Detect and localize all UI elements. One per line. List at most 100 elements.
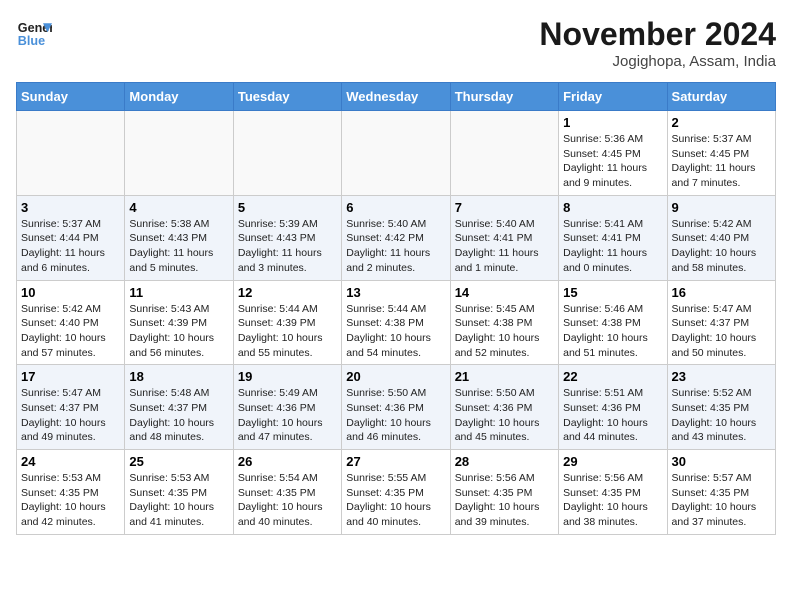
calendar-cell: 8Sunrise: 5:41 AM Sunset: 4:41 PM Daylig… bbox=[559, 195, 667, 280]
calendar-cell: 24Sunrise: 5:53 AM Sunset: 4:35 PM Dayli… bbox=[17, 450, 125, 535]
calendar-cell: 26 Sunrise: 5:54 AM Sunset: 4:35 PM Dayli… bbox=[233, 450, 341, 535]
calendar-cell bbox=[125, 111, 233, 196]
day-info: Sunrise: 5:43 AM Sunset: 4:39 PM Dayligh… bbox=[129, 302, 228, 361]
calendar-cell: 1 Sunrise: 5:36 AM Sunset: 4:45 PM Daylig… bbox=[559, 111, 667, 196]
calendar-cell: 9 Sunrise: 5:42 AM Sunset: 4:40 PM Daylig… bbox=[667, 195, 775, 280]
day-info: Sunrise: 5:38 AM Sunset: 4:43 PM Dayligh… bbox=[129, 217, 228, 276]
day-info: Sunrise: 5:44 AM Sunset: 4:38 PM Dayligh… bbox=[346, 302, 445, 361]
day-number: 25 bbox=[129, 454, 228, 469]
calendar-cell: 25 Sunrise: 5:53 AM Sunset: 4:35 PM Dayli… bbox=[125, 450, 233, 535]
weekday-header-row: SundayMondayTuesdayWednesdayThursdayFrid… bbox=[17, 83, 776, 111]
day-info: Sunrise: 5:47 AM Sunset: 4:37 PM Dayligh… bbox=[672, 302, 771, 361]
weekday-header: Wednesday bbox=[342, 83, 450, 111]
day-info: Sunrise: 5:40 AM Sunset: 4:42 PM Dayligh… bbox=[346, 217, 445, 276]
svg-text:Blue: Blue bbox=[18, 34, 45, 48]
calendar-cell: 14 Sunrise: 5:45 AM Sunset: 4:38 PM Dayli… bbox=[450, 280, 558, 365]
day-info: Sunrise: 5:49 AM Sunset: 4:36 PM Dayligh… bbox=[238, 386, 337, 445]
calendar-table: SundayMondayTuesdayWednesdayThursdayFrid… bbox=[16, 82, 776, 535]
day-number: 15 bbox=[563, 285, 662, 300]
day-info: Sunrise: 5:42 AM Sunset: 4:40 PM Dayligh… bbox=[672, 217, 771, 276]
day-info: Sunrise: 5:54 AM Sunset: 4:35 PM Dayligh… bbox=[238, 471, 337, 530]
day-info: Sunrise: 5:44 AM Sunset: 4:39 PM Dayligh… bbox=[238, 302, 337, 361]
calendar-cell bbox=[450, 111, 558, 196]
calendar-cell: 21Sunrise: 5:50 AM Sunset: 4:36 PM Dayli… bbox=[450, 365, 558, 450]
calendar-cell: 7Sunrise: 5:40 AM Sunset: 4:41 PM Daylig… bbox=[450, 195, 558, 280]
day-number: 30 bbox=[672, 454, 771, 469]
day-info: Sunrise: 5:50 AM Sunset: 4:36 PM Dayligh… bbox=[346, 386, 445, 445]
day-info: Sunrise: 5:53 AM Sunset: 4:35 PM Dayligh… bbox=[129, 471, 228, 530]
calendar-cell bbox=[342, 111, 450, 196]
day-number: 10 bbox=[21, 285, 120, 300]
day-info: Sunrise: 5:37 AM Sunset: 4:44 PM Dayligh… bbox=[21, 217, 120, 276]
day-number: 18 bbox=[129, 369, 228, 384]
page-header: General Blue November 2024 Jogighopa, As… bbox=[16, 16, 776, 70]
day-number: 29 bbox=[563, 454, 662, 469]
day-number: 20 bbox=[346, 369, 445, 384]
logo: General Blue bbox=[16, 16, 52, 52]
calendar-cell: 3 Sunrise: 5:37 AM Sunset: 4:44 PM Daylig… bbox=[17, 195, 125, 280]
day-info: Sunrise: 5:40 AM Sunset: 4:41 PM Dayligh… bbox=[455, 217, 554, 276]
day-number: 5 bbox=[238, 200, 337, 215]
day-number: 9 bbox=[672, 200, 771, 215]
day-number: 13 bbox=[346, 285, 445, 300]
day-number: 1 bbox=[563, 115, 662, 130]
day-info: Sunrise: 5:53 AM Sunset: 4:35 PM Dayligh… bbox=[21, 471, 120, 530]
day-info: Sunrise: 5:45 AM Sunset: 4:38 PM Dayligh… bbox=[455, 302, 554, 361]
day-number: 23 bbox=[672, 369, 771, 384]
calendar-cell: 28 Sunrise: 5:56 AM Sunset: 4:35 PM Dayli… bbox=[450, 450, 558, 535]
calendar-cell: 5 Sunrise: 5:39 AM Sunset: 4:43 PM Daylig… bbox=[233, 195, 341, 280]
calendar-week-row: 24Sunrise: 5:53 AM Sunset: 4:35 PM Dayli… bbox=[17, 450, 776, 535]
day-number: 27 bbox=[346, 454, 445, 469]
day-number: 28 bbox=[455, 454, 554, 469]
calendar-cell: 12 Sunrise: 5:44 AM Sunset: 4:39 PM Dayli… bbox=[233, 280, 341, 365]
day-number: 22 bbox=[563, 369, 662, 384]
calendar-cell: 23 Sunrise: 5:52 AM Sunset: 4:35 PM Dayli… bbox=[667, 365, 775, 450]
location: Jogighopa, Assam, India bbox=[539, 53, 776, 70]
day-number: 14 bbox=[455, 285, 554, 300]
day-number: 12 bbox=[238, 285, 337, 300]
day-number: 26 bbox=[238, 454, 337, 469]
title-block: November 2024 Jogighopa, Assam, India bbox=[539, 16, 776, 70]
day-info: Sunrise: 5:56 AM Sunset: 4:35 PM Dayligh… bbox=[455, 471, 554, 530]
day-info: Sunrise: 5:41 AM Sunset: 4:41 PM Dayligh… bbox=[563, 217, 662, 276]
weekday-header: Saturday bbox=[667, 83, 775, 111]
day-info: Sunrise: 5:51 AM Sunset: 4:36 PM Dayligh… bbox=[563, 386, 662, 445]
calendar-cell: 10Sunrise: 5:42 AM Sunset: 4:40 PM Dayli… bbox=[17, 280, 125, 365]
day-number: 3 bbox=[21, 200, 120, 215]
calendar-week-row: 10Sunrise: 5:42 AM Sunset: 4:40 PM Dayli… bbox=[17, 280, 776, 365]
calendar-cell: 15 Sunrise: 5:46 AM Sunset: 4:38 PM Dayli… bbox=[559, 280, 667, 365]
day-number: 11 bbox=[129, 285, 228, 300]
day-info: Sunrise: 5:48 AM Sunset: 4:37 PM Dayligh… bbox=[129, 386, 228, 445]
calendar-cell: 27Sunrise: 5:55 AM Sunset: 4:35 PM Dayli… bbox=[342, 450, 450, 535]
calendar-cell: 18 Sunrise: 5:48 AM Sunset: 4:37 PM Dayli… bbox=[125, 365, 233, 450]
calendar-cell: 6Sunrise: 5:40 AM Sunset: 4:42 PM Daylig… bbox=[342, 195, 450, 280]
day-info: Sunrise: 5:56 AM Sunset: 4:35 PM Dayligh… bbox=[563, 471, 662, 530]
weekday-header: Tuesday bbox=[233, 83, 341, 111]
calendar-cell: 16 Sunrise: 5:47 AM Sunset: 4:37 PM Dayli… bbox=[667, 280, 775, 365]
weekday-header: Sunday bbox=[17, 83, 125, 111]
calendar-cell: 30 Sunrise: 5:57 AM Sunset: 4:35 PM Dayli… bbox=[667, 450, 775, 535]
calendar-cell: 11 Sunrise: 5:43 AM Sunset: 4:39 PM Dayli… bbox=[125, 280, 233, 365]
day-number: 16 bbox=[672, 285, 771, 300]
calendar-cell bbox=[233, 111, 341, 196]
weekday-header: Thursday bbox=[450, 83, 558, 111]
day-info: Sunrise: 5:47 AM Sunset: 4:37 PM Dayligh… bbox=[21, 386, 120, 445]
calendar-cell: 17 Sunrise: 5:47 AM Sunset: 4:37 PM Dayli… bbox=[17, 365, 125, 450]
calendar-cell: 13 Sunrise: 5:44 AM Sunset: 4:38 PM Dayli… bbox=[342, 280, 450, 365]
calendar-week-row: 1 Sunrise: 5:36 AM Sunset: 4:45 PM Daylig… bbox=[17, 111, 776, 196]
calendar-cell: 4Sunrise: 5:38 AM Sunset: 4:43 PM Daylig… bbox=[125, 195, 233, 280]
day-number: 17 bbox=[21, 369, 120, 384]
day-info: Sunrise: 5:46 AM Sunset: 4:38 PM Dayligh… bbox=[563, 302, 662, 361]
calendar-week-row: 3 Sunrise: 5:37 AM Sunset: 4:44 PM Daylig… bbox=[17, 195, 776, 280]
calendar-cell: 19Sunrise: 5:49 AM Sunset: 4:36 PM Dayli… bbox=[233, 365, 341, 450]
day-info: Sunrise: 5:39 AM Sunset: 4:43 PM Dayligh… bbox=[238, 217, 337, 276]
calendar-cell: 20 Sunrise: 5:50 AM Sunset: 4:36 PM Dayli… bbox=[342, 365, 450, 450]
weekday-header: Monday bbox=[125, 83, 233, 111]
day-info: Sunrise: 5:50 AM Sunset: 4:36 PM Dayligh… bbox=[455, 386, 554, 445]
day-info: Sunrise: 5:57 AM Sunset: 4:35 PM Dayligh… bbox=[672, 471, 771, 530]
logo-icon: General Blue bbox=[16, 16, 52, 52]
day-info: Sunrise: 5:36 AM Sunset: 4:45 PM Dayligh… bbox=[563, 132, 662, 191]
calendar-week-row: 17 Sunrise: 5:47 AM Sunset: 4:37 PM Dayli… bbox=[17, 365, 776, 450]
calendar-cell: 22 Sunrise: 5:51 AM Sunset: 4:36 PM Dayli… bbox=[559, 365, 667, 450]
day-info: Sunrise: 5:52 AM Sunset: 4:35 PM Dayligh… bbox=[672, 386, 771, 445]
